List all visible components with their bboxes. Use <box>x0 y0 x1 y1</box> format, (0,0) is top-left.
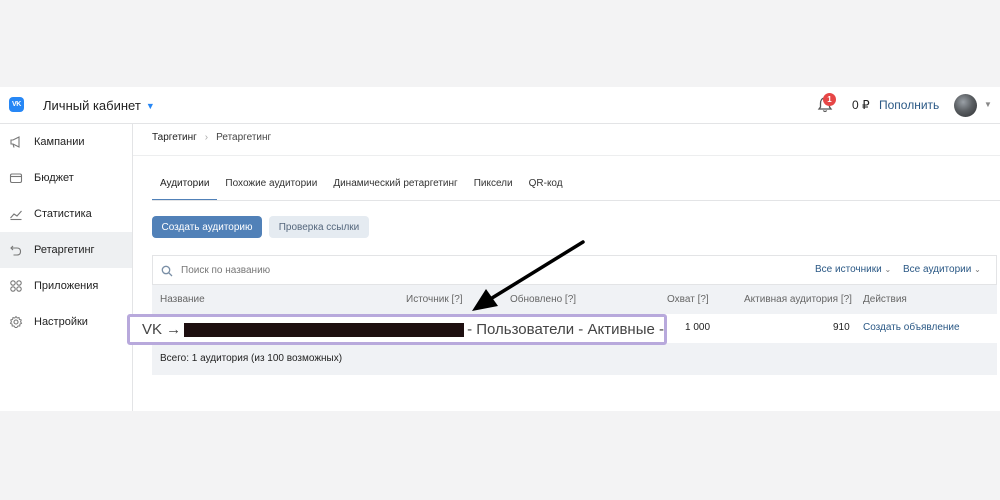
sources-filter-label: Все источники <box>815 264 882 275</box>
table-footer: Всего: 1 аудитория (из 100 возможных) <box>160 353 343 364</box>
tab-audiences[interactable]: Аудитории <box>152 176 218 201</box>
search-icon <box>161 265 173 277</box>
redacted-block <box>184 322 465 337</box>
sidebar-item-label: Кампании <box>34 136 85 148</box>
ads-cabinet-window: VK Личный кабинет ▼ 1 0 ₽ Пополнить ▼ Ка… <box>0 87 1000 411</box>
tab-lookalike[interactable]: Похожие аудитории <box>217 176 325 201</box>
topup-link[interactable]: Пополнить <box>879 98 939 112</box>
apps-icon <box>10 280 22 292</box>
retarget-icon <box>10 245 22 256</box>
sidebar-item-label: Приложения <box>34 280 99 292</box>
breadcrumb: Таргетинг › Ретаргетинг <box>152 132 271 143</box>
column-header-source[interactable]: Источник [?] <box>406 294 463 305</box>
sidebar: Кампании Бюджет Статистика Ретаргетинг П… <box>0 124 133 411</box>
tab-dynamic-retargeting[interactable]: Динамический ретаргетинг <box>325 176 465 201</box>
wallet-icon <box>9 173 23 184</box>
column-header-name[interactable]: Название <box>160 294 205 305</box>
chevron-down-icon[interactable]: ▼ <box>984 100 992 109</box>
vk-logo-icon[interactable]: VK <box>9 97 24 112</box>
divider <box>133 155 1000 156</box>
sidebar-item-budget[interactable]: Бюджет <box>0 160 132 196</box>
sources-filter[interactable]: Все источники ⌄ <box>815 264 891 275</box>
tab-bar: Аудитории Похожие аудитории Динамический… <box>152 176 571 201</box>
audiences-filter-label: Все аудитории <box>903 264 972 275</box>
breadcrumb-parent[interactable]: Таргетинг <box>152 132 197 143</box>
audiences-filter[interactable]: Все аудитории ⌄ <box>903 264 981 275</box>
chevron-down-icon: ⌄ <box>884 265 892 274</box>
megaphone-icon <box>10 136 20 148</box>
sidebar-item-statistics[interactable]: Статистика <box>0 196 132 232</box>
sidebar-item-campaigns[interactable]: Кампании <box>0 124 132 160</box>
audience-name-highlight[interactable]: VK → - Пользователи - Активные - <box>127 314 667 345</box>
create-ad-link[interactable]: Создать объявление <box>863 322 960 333</box>
sidebar-item-settings[interactable]: Настройки <box>0 304 132 340</box>
sidebar-item-retargeting[interactable]: Ретаргетинг <box>0 232 132 268</box>
sidebar-item-apps[interactable]: Приложения <box>0 268 132 304</box>
search-input[interactable] <box>181 262 481 279</box>
sidebar-item-label: Статистика <box>34 208 92 220</box>
cabinet-label: Личный кабинет <box>43 98 141 113</box>
search-bar: Все источники ⌄ Все аудитории ⌄ <box>152 255 997 285</box>
cabinet-switcher[interactable]: Личный кабинет ▼ <box>43 98 155 113</box>
chevron-down-icon: ▼ <box>145 101 155 111</box>
chevron-down-icon: ⌄ <box>974 265 981 274</box>
notification-badge: 1 <box>823 93 836 106</box>
breadcrumb-current: Ретаргетинг <box>216 132 272 143</box>
main-content: Таргетинг › Ретаргетинг Аудитории Похожи… <box>133 124 1000 411</box>
table-header: Название Источник [?] Обновлено [?] Охва… <box>152 285 997 314</box>
gear-icon <box>9 315 23 328</box>
chevron-right-icon: › <box>204 132 209 143</box>
column-header-active-audience[interactable]: Активная аудитория [?] <box>744 294 852 305</box>
create-audience-button[interactable]: Создать аудиторию <box>152 216 262 238</box>
sidebar-item-label: Настройки <box>34 316 88 328</box>
chart-icon <box>10 210 22 221</box>
divider <box>152 200 1000 201</box>
audience-name-suffix: - Пользователи - Активные - <box>467 321 664 338</box>
check-link-button[interactable]: Проверка ссылки <box>269 216 369 238</box>
column-header-updated[interactable]: Обновлено [?] <box>510 294 576 305</box>
column-header-actions: Действия <box>863 294 907 305</box>
sidebar-item-label: Бюджет <box>34 172 74 184</box>
balance-value: 0 ₽ <box>852 98 870 112</box>
sidebar-item-label: Ретаргетинг <box>34 244 95 256</box>
column-header-reach[interactable]: Охват [?] <box>667 294 709 305</box>
audience-name-prefix: VK → <box>142 321 182 338</box>
reach-value: 1 000 <box>685 322 711 333</box>
tab-pixels[interactable]: Пиксели <box>466 176 521 201</box>
avatar[interactable] <box>954 94 977 117</box>
tab-qr-code[interactable]: QR-код <box>521 176 571 201</box>
top-bar: VK Личный кабинет ▼ 1 0 ₽ Пополнить ▼ <box>0 87 1000 124</box>
active-audience-value: 910 <box>833 322 850 333</box>
